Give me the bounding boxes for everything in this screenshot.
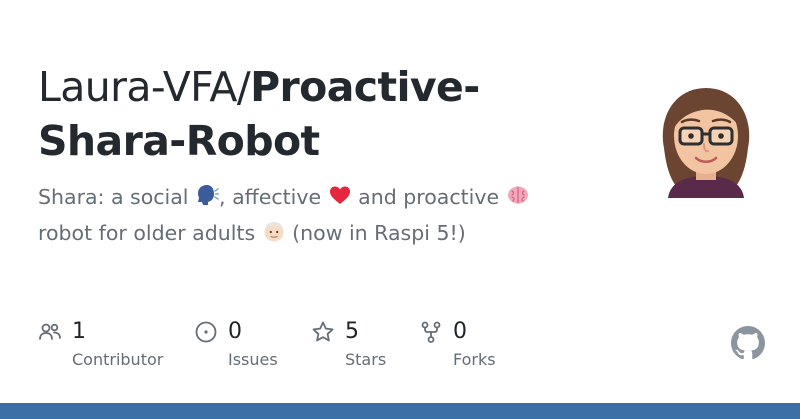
- description-text-2: , affective: [219, 185, 328, 209]
- forks-label: Forks: [453, 350, 496, 369]
- stars-count: 5: [345, 319, 359, 344]
- star-icon: [311, 320, 335, 344]
- stars-label: Stars: [345, 350, 387, 369]
- forks-count: 0: [453, 319, 467, 344]
- repo-owner: Laura-VFA/: [38, 63, 251, 111]
- description-text-4: robot for older adults: [38, 221, 262, 245]
- contributors-count: 1: [72, 319, 86, 344]
- bottom-accent-bar: [0, 403, 800, 419]
- description-text-3: and proactive: [351, 185, 506, 209]
- repo-name-line2: Shara-Robot: [38, 117, 320, 165]
- repo-name-line1: Proactive-: [250, 63, 480, 111]
- contributors-label: Contributor: [72, 350, 164, 369]
- repo-forked-icon: [419, 320, 443, 344]
- issues-label: Issues: [228, 350, 278, 369]
- description-text-1: Shara: a social: [38, 185, 196, 209]
- issues-count: 0: [228, 319, 242, 344]
- people-icon: [38, 320, 62, 344]
- red-heart-icon: [328, 183, 352, 217]
- repo-description: Shara: a social , affective and proactiv…: [38, 181, 578, 253]
- issue-opened-icon: [194, 320, 218, 344]
- brain-icon: [506, 183, 530, 217]
- owner-avatar[interactable]: [646, 78, 766, 198]
- description-text-5: (now in Raspi 5!): [285, 221, 466, 245]
- github-mark-icon[interactable]: [731, 326, 765, 360]
- repo-title[interactable]: Laura-VFA/Proactive- Shara-Robot: [38, 60, 598, 168]
- speaking-head-icon: [195, 183, 220, 217]
- older-man-icon: [262, 219, 286, 253]
